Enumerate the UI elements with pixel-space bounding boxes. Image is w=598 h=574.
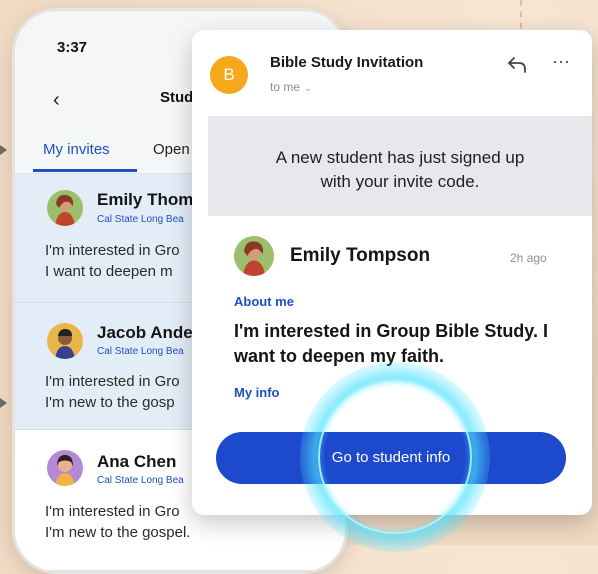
email-subject: Bible Study Invitation — [270, 54, 424, 71]
email-recipient[interactable]: to me ⌄ — [270, 80, 312, 94]
banner-message: A new student has just signed up with yo… — [208, 146, 592, 194]
avatar — [47, 190, 83, 226]
invite-message-line: I'm new to the gosp — [45, 394, 175, 411]
invite-message-line: I'm new to the gospel. — [45, 524, 191, 541]
status-bar-time: 3:37 — [57, 39, 88, 56]
background-arrow — [0, 398, 7, 408]
avatar — [47, 450, 83, 486]
banner-line: with your invite code. — [320, 172, 480, 191]
invite-school: Cal State Long Bea — [97, 475, 184, 486]
reply-icon[interactable] — [506, 56, 528, 74]
student-name: Emily Tompson — [290, 245, 431, 266]
go-to-student-info-button[interactable]: Go to student info — [216, 432, 566, 484]
email-notification-card: B Bible Study Invitation to me ⌄ ⋯ A new … — [192, 30, 592, 515]
avatar — [234, 236, 274, 276]
background-arrow — [0, 145, 7, 155]
my-info-label[interactable]: My info — [234, 385, 280, 400]
timestamp: 2h ago — [510, 251, 547, 265]
invite-school: Cal State Long Bea — [97, 346, 184, 357]
chevron-down-icon: ⌄ — [304, 83, 312, 93]
more-horizontal-icon[interactable]: ⋯ — [552, 52, 571, 73]
invite-name: Ana Chen — [97, 452, 177, 471]
tab-open[interactable]: Open — [153, 141, 190, 158]
tab-my-invites[interactable]: My invites — [43, 141, 110, 158]
tab-active-indicator — [33, 169, 137, 172]
invite-name: Emily Thom — [97, 190, 194, 209]
page-title: Stud — [160, 89, 194, 106]
invite-name: Jacob Ande — [97, 323, 193, 342]
invite-school: Cal State Long Bea — [97, 214, 184, 225]
chevron-left-icon[interactable]: ‹ — [53, 89, 60, 112]
invite-message-line: I'm interested in Gro — [45, 242, 180, 259]
sender-avatar: B — [210, 56, 248, 94]
banner-line: A new student has just signed up — [275, 148, 525, 167]
about-me-text: I'm interested in Group Bible Study. I w… — [234, 321, 548, 366]
avatar — [47, 323, 83, 359]
recipient-label: to me — [270, 80, 301, 94]
invite-message-line: I want to deepen m — [45, 263, 173, 280]
about-me-label: About me — [234, 294, 294, 309]
signup-banner: A new student has just signed up with yo… — [208, 116, 592, 216]
invite-message-line: I'm interested in Gro — [45, 373, 180, 390]
button-label: Go to student info — [331, 449, 451, 466]
invite-message-line: I'm interested in Gro — [45, 503, 180, 520]
